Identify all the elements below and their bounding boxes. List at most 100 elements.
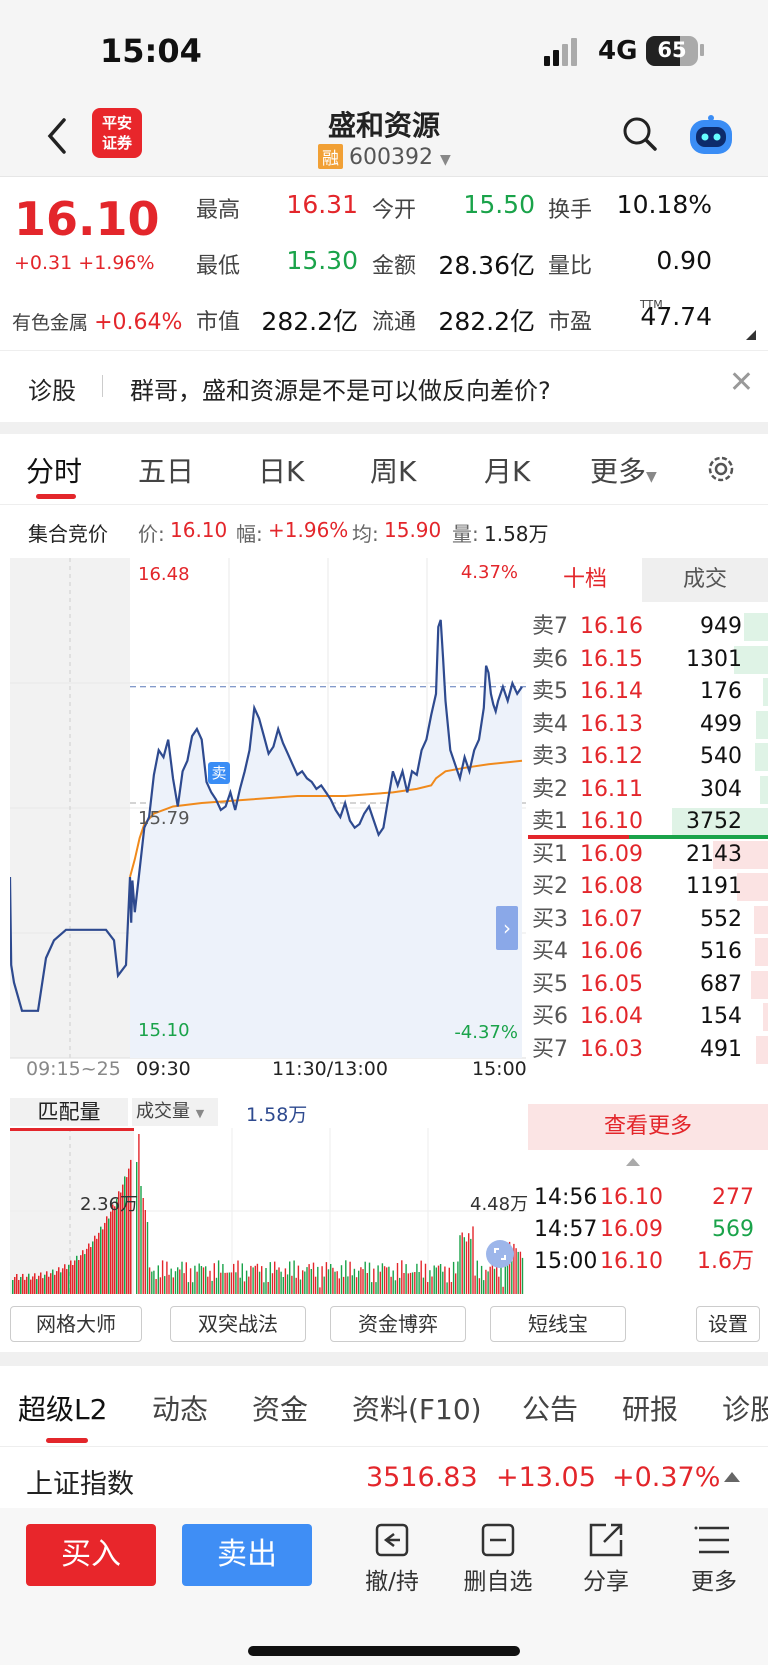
fullscreen-icon[interactable] — [486, 1240, 514, 1268]
volume-bar — [358, 1270, 360, 1294]
volume-bar — [40, 1272, 42, 1294]
signal-icon — [544, 38, 580, 66]
tab-monthly-k[interactable]: 月K — [484, 450, 530, 490]
volume-bar — [56, 1271, 58, 1294]
volume-bar — [239, 1277, 241, 1294]
depth-bar — [754, 938, 768, 966]
pct-top-label: 4.37% — [460, 562, 518, 583]
auction-price: 16.10 — [170, 518, 228, 542]
bid-row[interactable]: 买3 16.07 552 — [528, 903, 768, 937]
bid-row[interactable]: 买1 16.09 2143 — [528, 838, 768, 872]
withdraw-hold-button[interactable]: 撤/持 — [352, 1522, 432, 1596]
tab-weekly-k[interactable]: 周K — [370, 450, 416, 490]
withdraw-label: 撤/持 — [365, 1569, 419, 1595]
level-volume: 540 — [700, 744, 742, 769]
level-price: 16.14 — [580, 679, 643, 704]
ask-row[interactable]: 卖5 16.14 176 — [528, 675, 768, 709]
hint-text: 群哥，盛和资源是不是可以做反向差价? — [130, 377, 551, 405]
volume-bar — [108, 1218, 110, 1294]
volume-bar — [452, 1261, 455, 1294]
tab-trades[interactable]: 成交 — [642, 558, 768, 602]
volume-bar — [383, 1266, 386, 1294]
volume-bar — [379, 1271, 381, 1294]
tab-super-l2[interactable]: 超级L2 — [18, 1388, 107, 1428]
volume-bar — [306, 1267, 308, 1294]
level-name: 卖3 — [532, 744, 568, 769]
volume-bar — [161, 1260, 164, 1294]
ask-row[interactable]: 卖3 16.12 540 — [528, 740, 768, 774]
tab-profile[interactable]: 资料(F10) — [352, 1388, 482, 1428]
intraday-chart[interactable]: 16.48 4.37% 15.79 15.10 -4.37% 09:15~25 … — [10, 558, 527, 1088]
ask-row[interactable]: 卖7 16.16 949 — [528, 610, 768, 644]
more-label: 更多 — [691, 1569, 737, 1595]
tab-news[interactable]: 动态 — [152, 1388, 208, 1428]
volume-bar — [409, 1272, 412, 1294]
ask-row[interactable]: 卖4 16.13 499 — [528, 708, 768, 742]
tab-daily-k[interactable]: 日K — [258, 450, 304, 490]
volume-bar — [211, 1280, 213, 1294]
stock-header: 平安 证券 盛和资源 融 600392 ▼ — [0, 100, 768, 177]
share-button[interactable]: 分享 — [566, 1522, 646, 1596]
volume-bar — [177, 1267, 179, 1294]
gear-icon[interactable] — [704, 452, 738, 490]
tab-announcements[interactable]: 公告 — [522, 1388, 578, 1428]
tab-research[interactable]: 研报 — [622, 1388, 678, 1428]
tab-intraday[interactable]: 分时 — [26, 450, 82, 490]
volume-bar — [498, 1276, 500, 1294]
expand-panel-icon[interactable]: › — [496, 906, 518, 950]
bid-row[interactable]: 买6 16.04 154 — [528, 1000, 768, 1034]
remove-watchlist-button[interactable]: 删自选 — [458, 1522, 538, 1596]
quote-label-4: 金额 — [372, 254, 417, 279]
x-label-close: 15:00 — [472, 1058, 527, 1080]
current-price: 16.10 — [14, 192, 160, 246]
volume-bar — [241, 1263, 243, 1294]
bid-row[interactable]: 买5 16.05 687 — [528, 968, 768, 1002]
level-volume: 2143 — [686, 841, 742, 867]
diagnosis-hint-bar[interactable]: 诊股 群哥，盛和资源是不是可以做反向差价? ✕ — [0, 350, 768, 423]
buy-button[interactable]: 买入 — [26, 1524, 156, 1586]
depth-bar — [754, 743, 768, 771]
volume-bar — [138, 1134, 140, 1294]
volume-bar — [12, 1280, 14, 1294]
bid-row[interactable]: 买2 16.08 1191 — [528, 870, 768, 904]
volume-bar — [22, 1273, 24, 1294]
more-button[interactable]: 更多 — [674, 1522, 754, 1596]
volume-bar — [399, 1277, 401, 1294]
index-ticker[interactable]: 上证指数 3516.83 +13.05 +0.37% — [0, 1448, 768, 1509]
close-icon[interactable]: ✕ — [729, 365, 754, 400]
sector-info[interactable]: 有色金属 +0.64% — [12, 308, 182, 335]
ask-row[interactable]: 卖2 16.11 304 — [528, 773, 768, 807]
tab-diagnosis[interactable]: 诊股 — [722, 1388, 768, 1428]
volume-bar — [34, 1273, 36, 1294]
capital-game-button[interactable]: 资金博弈 — [330, 1306, 466, 1342]
stock-code-selector[interactable]: 融 600392 ▼ — [318, 144, 451, 170]
tab-five-day[interactable]: 五日 — [138, 450, 194, 490]
sell-button[interactable]: 卖出 — [182, 1524, 312, 1586]
tab-ten-levels[interactable]: 十档 — [528, 558, 642, 602]
grid-master-button[interactable]: 网格大师 — [10, 1306, 142, 1342]
double-break-button[interactable]: 双突战法 — [170, 1306, 306, 1342]
settings-button[interactable]: 设置 — [696, 1306, 760, 1342]
tab-more[interactable]: 更多▼ — [590, 450, 657, 490]
bid-row[interactable]: 买7 16.03 491 — [528, 1033, 768, 1067]
hint-separator — [102, 375, 103, 397]
trade-row: 14:56 16.10 277 — [530, 1182, 766, 1214]
chevron-up-icon[interactable] — [724, 1472, 740, 1482]
volume-bar — [174, 1271, 177, 1294]
bid-row[interactable]: 买4 16.06 516 — [528, 935, 768, 969]
volume-bar — [70, 1260, 72, 1294]
volume-header: 匹配量 成交量 ▼ 1.58万 — [10, 1098, 526, 1128]
y-top-label: 16.48 — [138, 564, 190, 585]
short-term-button[interactable]: 短线宝 — [490, 1306, 626, 1342]
sell-marker[interactable]: 卖 — [208, 762, 230, 784]
ask-row[interactable]: 卖6 16.15 1301 — [528, 643, 768, 677]
search-icon[interactable] — [620, 114, 660, 158]
tab-capital[interactable]: 资金 — [252, 1388, 308, 1428]
caret-up-icon[interactable] — [626, 1158, 640, 1166]
volume-bar — [62, 1268, 64, 1294]
volume-dropdown[interactable]: 成交量 ▼ — [132, 1098, 218, 1126]
volume-bar — [36, 1279, 38, 1294]
view-more-button[interactable]: 查看更多 — [528, 1104, 768, 1150]
robot-assistant-icon[interactable] — [686, 114, 736, 162]
volume-bar — [258, 1271, 261, 1294]
